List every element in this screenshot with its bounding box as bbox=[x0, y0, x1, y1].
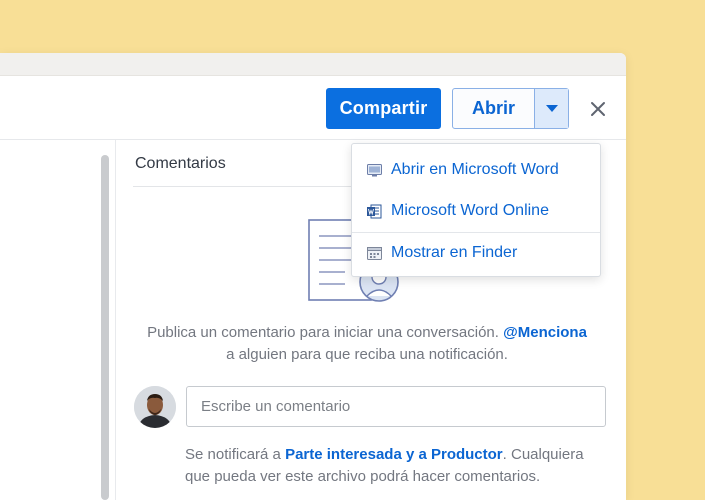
comment-input[interactable] bbox=[186, 386, 606, 427]
menu-item-label: Microsoft Word Online bbox=[391, 202, 549, 219]
finder-icon bbox=[366, 245, 382, 261]
notification-info: Se notificará a Parte interesada y a Pro… bbox=[185, 444, 610, 488]
empty-comments-message: Publica un comentario para iniciar una c… bbox=[122, 322, 612, 366]
share-button[interactable]: Compartir bbox=[326, 88, 441, 129]
open-button[interactable]: Abrir bbox=[453, 89, 535, 128]
toolbar-divider bbox=[0, 139, 626, 140]
notify-prefix: Se notificará a bbox=[185, 446, 281, 463]
comments-title-divider bbox=[133, 186, 363, 187]
empty-text-line-2: a alguien para que reciba una notificaci… bbox=[226, 346, 508, 363]
menu-item-word-online[interactable]: Microsoft Word Online bbox=[352, 191, 600, 231]
notified-people-link[interactable]: Parte interesada y a Productor bbox=[285, 446, 503, 463]
file-preview-window: Compartir Abrir Comentarios Publica un c… bbox=[0, 53, 626, 500]
mention-link[interactable]: @Menciona bbox=[503, 324, 587, 341]
user-avatar-icon bbox=[134, 386, 176, 428]
close-button[interactable] bbox=[584, 95, 612, 123]
close-icon bbox=[591, 102, 605, 116]
comments-panel-title: Comentarios bbox=[135, 155, 226, 172]
open-options-menu: Abrir en Microsoft Word Microsoft Word O… bbox=[351, 143, 601, 277]
open-button-group: Abrir bbox=[452, 88, 569, 129]
avatar bbox=[134, 386, 176, 428]
menu-item-label: Abrir en Microsoft Word bbox=[391, 161, 559, 178]
menu-item-label: Mostrar en Finder bbox=[391, 244, 518, 261]
panel-divider bbox=[115, 140, 116, 500]
desktop-app-icon bbox=[366, 162, 382, 178]
preview-scrollbar[interactable] bbox=[101, 155, 109, 500]
empty-text-line-1: Publica un comentario para iniciar una c… bbox=[147, 324, 499, 341]
caret-down-icon bbox=[545, 105, 558, 112]
window-titlebar bbox=[0, 53, 626, 76]
word-icon bbox=[366, 203, 382, 219]
menu-item-open-desktop[interactable]: Abrir en Microsoft Word bbox=[352, 150, 600, 190]
menu-item-show-in-finder[interactable]: Mostrar en Finder bbox=[352, 233, 600, 273]
open-options-button[interactable] bbox=[535, 89, 568, 128]
